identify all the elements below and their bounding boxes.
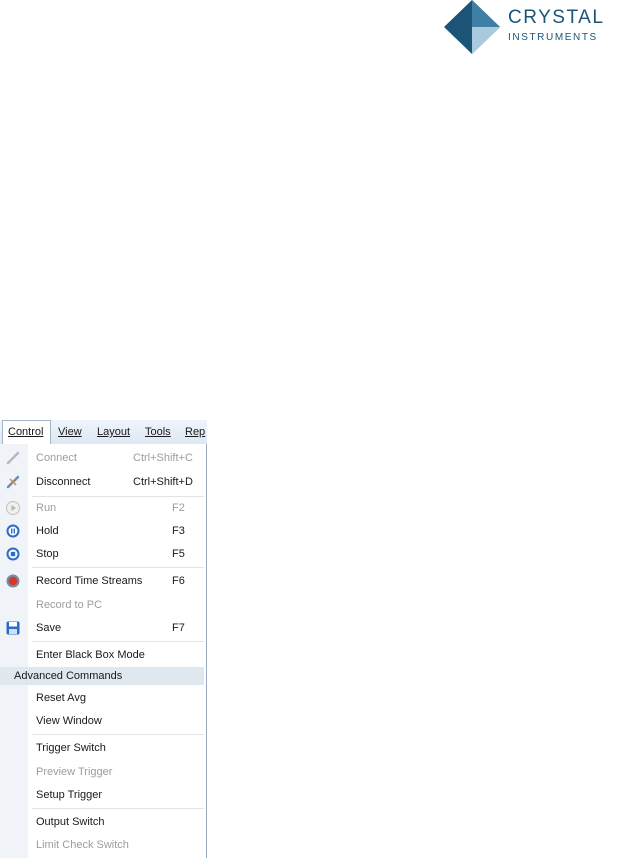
menu-item-label: Reset Avg [36,692,86,704]
menu-item-run[interactable]: Run F2 [0,497,206,519]
section-header-label: Advanced Commands [14,670,123,682]
advanced-commands-header: Advanced Commands [0,667,204,685]
menu-item-label: Save [36,622,62,634]
menu-item-hold[interactable]: Hold F3 [0,520,206,542]
menu-separator [32,808,204,809]
menu-separator [32,567,204,568]
logo-line-1: CRYSTAL [508,7,605,28]
menu-view[interactable]: View [58,420,82,444]
menu-separator [32,641,204,642]
logo-line-2: INSTRUMENTS [508,32,598,43]
menu-item-label: Limit Check Switch [36,839,129,851]
menu-item-label: Enter Black Box Mode [36,649,145,661]
menu-item-connect[interactable]: Connect Ctrl+Shift+C [0,447,206,469]
menu-control[interactable]: Control [2,420,51,444]
menu-item-label: Stop [36,548,59,560]
pause-icon [6,524,20,538]
menu-item-label: Connect [36,452,77,464]
control-dropdown-menu: Connect Ctrl+Shift+C Disconnect Ctrl+Shi… [0,444,207,858]
menu-rep[interactable]: Rep [185,420,205,444]
floppy-disk-icon [6,621,20,635]
menu-item-stop[interactable]: Stop F5 [0,543,206,565]
menu-item-save[interactable]: Save F7 [0,617,206,639]
disconnect-icon [6,475,20,489]
menu-item-limit-check-switch[interactable]: Limit Check Switch [0,834,206,856]
menu-item-record-to-pc[interactable]: Record to PC [0,594,206,616]
menu-item-shortcut: F3 [172,525,185,537]
menu-item-view-window[interactable]: View Window [0,710,206,732]
company-logo: CRYSTAL INSTRUMENTS [444,0,620,56]
menu-item-shortcut: F7 [172,622,185,634]
menu-item-label: Run [36,502,57,514]
menu-item-record-time-streams[interactable]: Record Time Streams F6 [0,570,206,592]
menu-item-label: Preview Trigger [36,766,113,778]
menu-tools[interactable]: Tools [145,420,171,444]
menu-item-output-switch[interactable]: Output Switch [0,811,206,833]
menu-item-label: Setup Trigger [36,789,103,801]
menu-item-disconnect[interactable]: Disconnect Ctrl+Shift+D [0,471,206,493]
record-icon [6,574,20,588]
menu-item-setup-trigger[interactable]: Setup Trigger [0,784,206,806]
menu-item-trigger-switch[interactable]: Trigger Switch [0,737,206,759]
menu-item-shortcut: F2 [172,502,185,514]
menu-item-label: Output Switch [36,816,105,828]
connect-plug-icon [6,451,20,465]
stop-icon [6,547,20,561]
play-icon [6,501,20,515]
menu-item-preview-trigger[interactable]: Preview Trigger [0,761,206,783]
menu-item-label: Disconnect [36,476,91,488]
menu-item-label: View Window [36,715,102,727]
menu-item-label: Hold [36,525,59,537]
menu-item-shortcut: F5 [172,548,185,560]
menu-item-shortcut: Ctrl+Shift+D [133,476,193,488]
menu-item-label: Record to PC [36,599,103,611]
menu-item-label: Trigger Switch [36,742,106,754]
menu-layout[interactable]: Layout [97,420,130,444]
menu-item-enter-black-box-mode[interactable]: Enter Black Box Mode [0,644,206,666]
menu-bar: Control View Layout Tools Rep [0,420,207,445]
menu-item-shortcut: Ctrl+Shift+C [133,452,193,464]
menu-item-shortcut: F6 [172,575,185,587]
menu-item-label: Record Time Streams [36,575,143,587]
menu-separator [32,734,204,735]
diamond-logo-icon [444,0,500,54]
menu-item-reset-avg[interactable]: Reset Avg [0,687,206,709]
